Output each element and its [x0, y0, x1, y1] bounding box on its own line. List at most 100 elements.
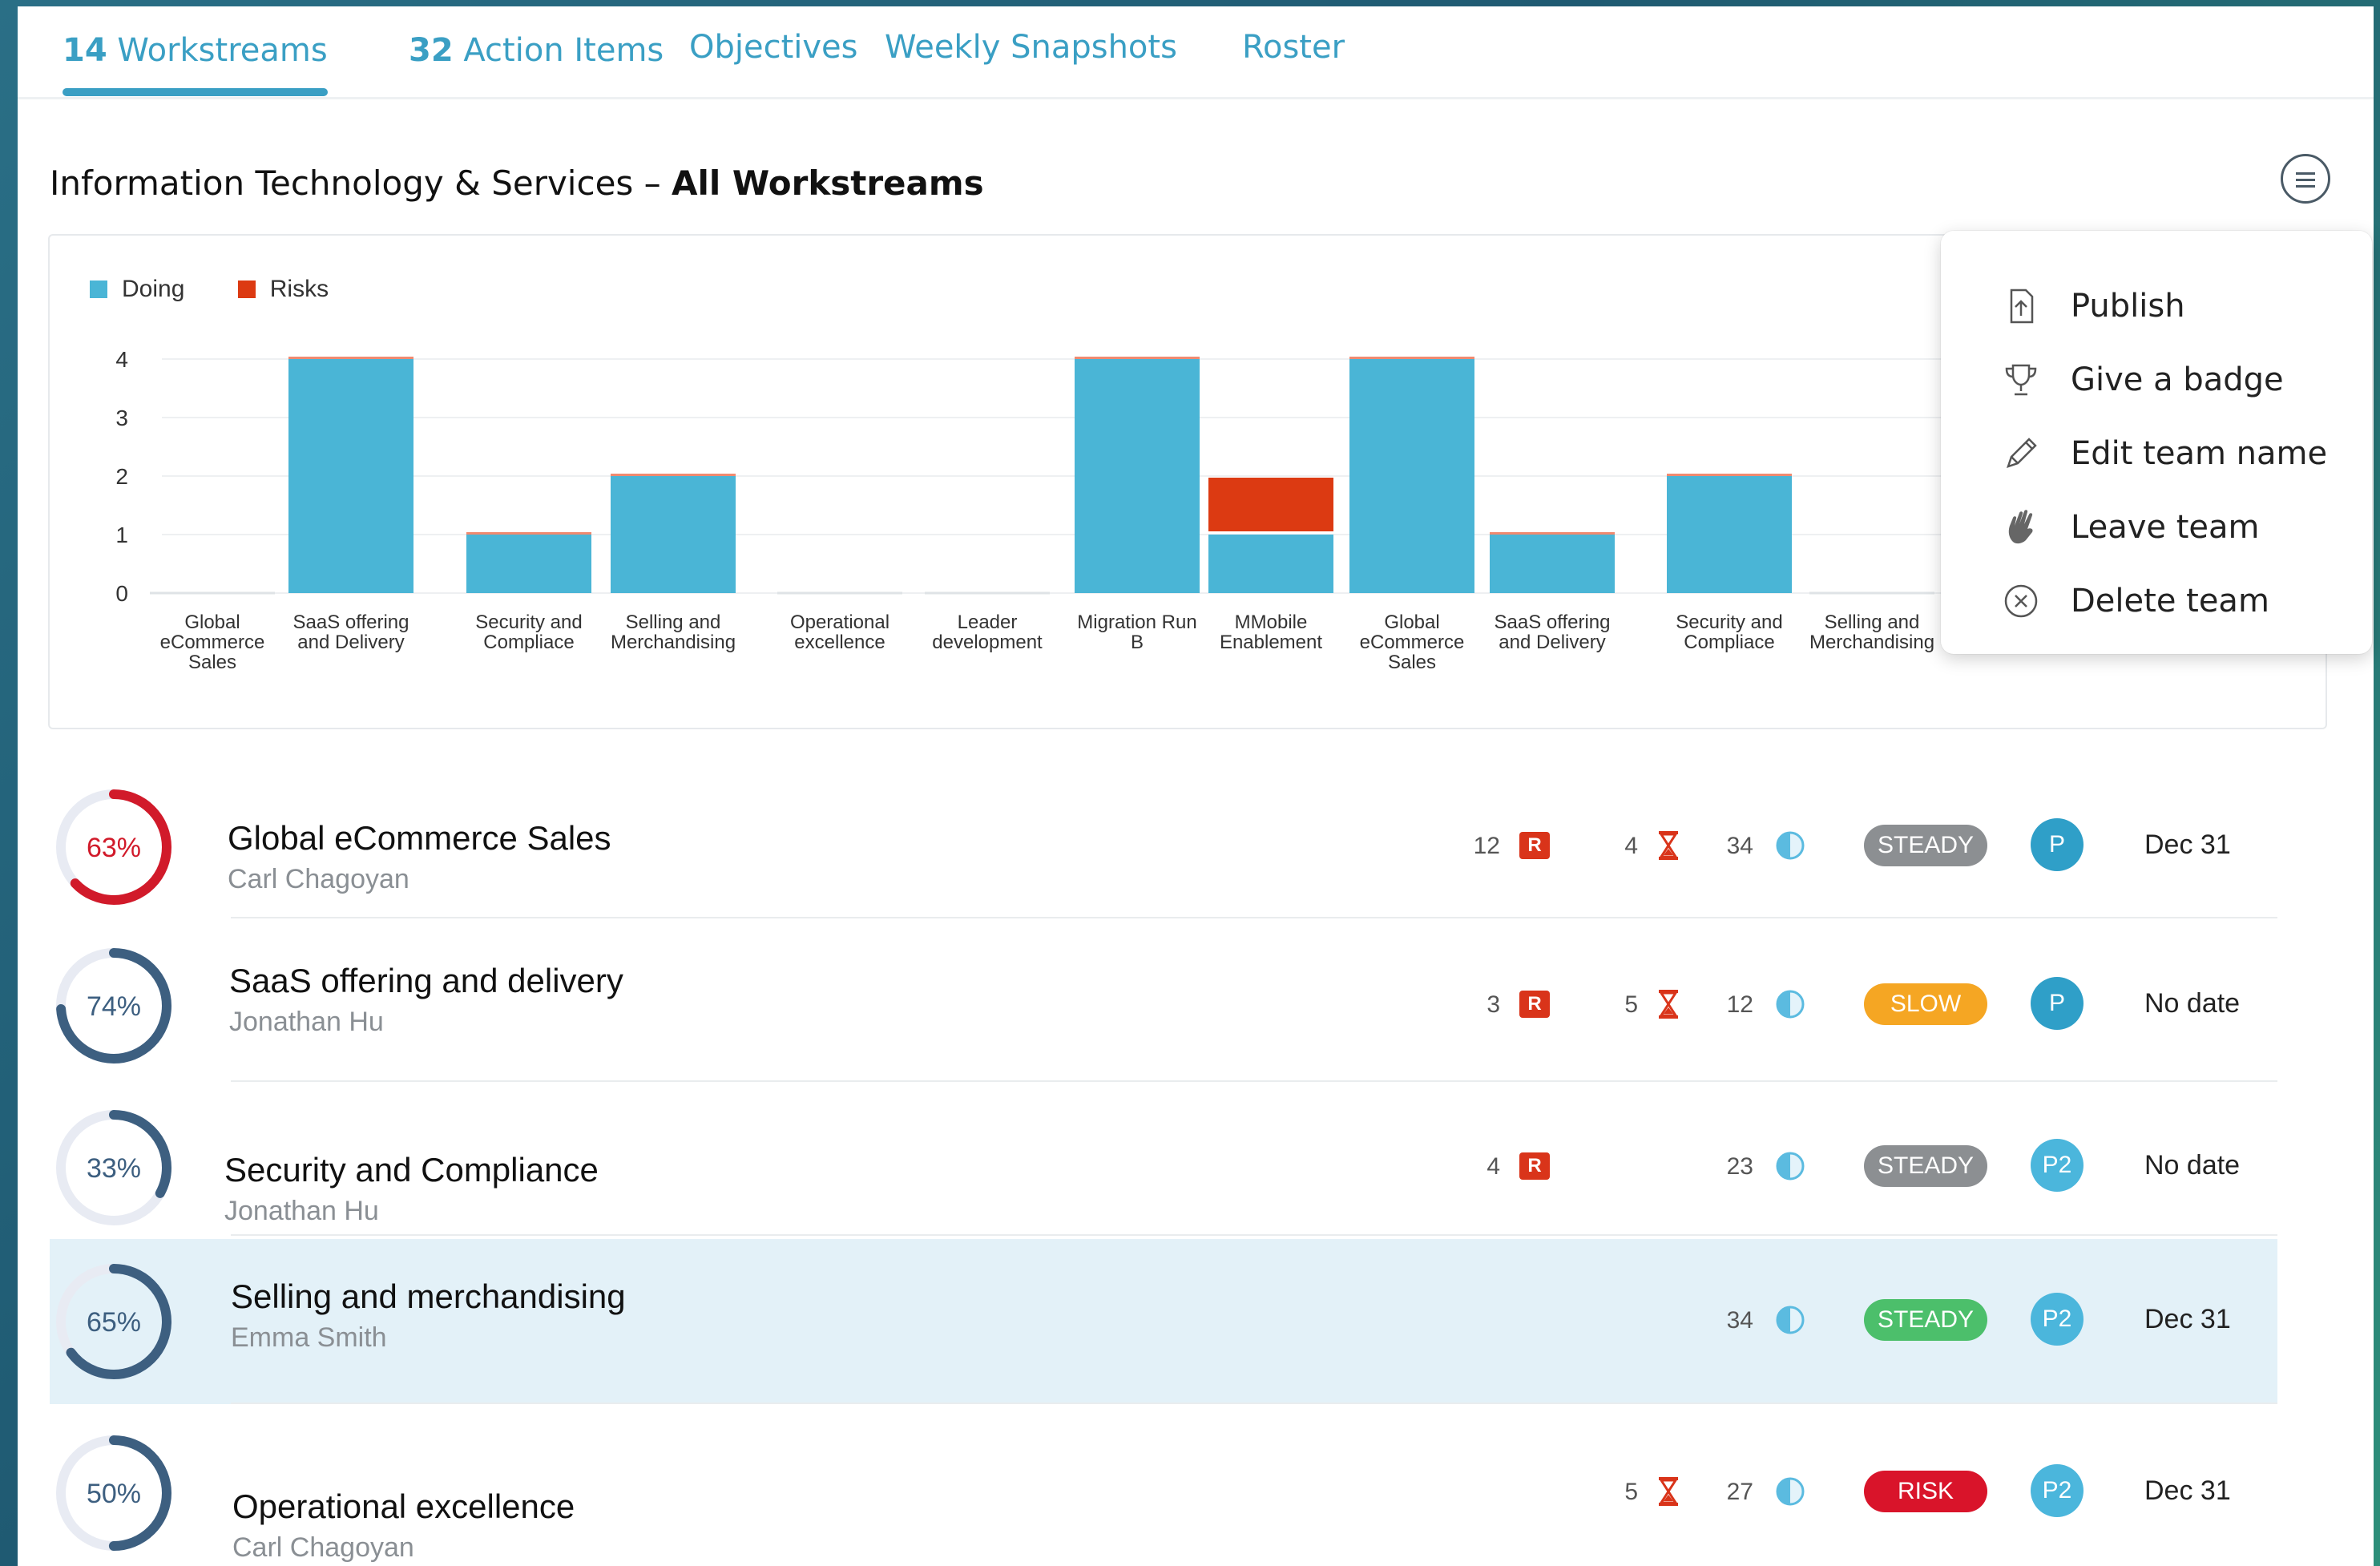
- menu-item-leave-team-label: Leave team: [2071, 509, 2260, 546]
- menu-item-leave-team[interactable]: Leave team: [1941, 490, 2372, 564]
- bar-cap: [611, 474, 736, 476]
- workstream-owner: Jonathan Hu: [229, 1007, 384, 1037]
- workstreams-panel: 14 Workstreams 32 Action Items Objective…: [18, 6, 2374, 1566]
- half-circle-icon: [1776, 990, 1805, 1019]
- workstream-owner: Emma Smith: [231, 1322, 387, 1353]
- wave-hand-icon: [2008, 510, 2033, 544]
- x-tick-label: Operational excellence: [790, 611, 889, 653]
- overdue-count: 4: [1624, 833, 1638, 859]
- overdue-count: 5: [1624, 991, 1638, 1018]
- progress-ring: 74%: [56, 948, 171, 1064]
- progress-percent: 65%: [87, 1307, 141, 1338]
- half-circle-icon: [1776, 1477, 1805, 1506]
- table-row[interactable]: 50% Operational excellence Carl Chagoyan 5 2…: [50, 1420, 2277, 1566]
- menu-item-edit-team-name-label: Edit team name: [2071, 435, 2328, 472]
- progress-ring: 50%: [56, 1435, 171, 1551]
- upload-icon: [2010, 289, 2034, 324]
- bar-cap: [1490, 532, 1615, 535]
- workstream-title[interactable]: SaaS offering and delivery: [229, 962, 623, 1000]
- bar-doing: [1208, 535, 1333, 593]
- due-date: No date: [2144, 1150, 2241, 1181]
- tab-objectives[interactable]: Objectives: [689, 29, 858, 66]
- progress-percent: 63%: [87, 833, 141, 863]
- bar-cap: [288, 357, 413, 359]
- y-tick-label: 2: [115, 464, 128, 489]
- progress-count: 34: [1726, 1307, 1753, 1334]
- menu-item-edit-team-name[interactable]: Edit team name: [1941, 417, 2372, 490]
- progress-percent: 74%: [87, 991, 141, 1022]
- tab-workstreams-label: Workstreams: [117, 32, 328, 69]
- tab-action-items-count: 32: [409, 32, 454, 69]
- workstream-title[interactable]: Global eCommerce Sales: [228, 819, 611, 858]
- bar-cap: [1349, 357, 1474, 359]
- risk-badge-icon: R: [1519, 1152, 1550, 1180]
- workstream-title[interactable]: Operational excellence: [232, 1487, 575, 1526]
- hourglass-icon: [1659, 990, 1678, 1019]
- table-row[interactable]: 74% SaaS offering and delivery Jonathan Hu…: [50, 930, 2277, 1082]
- tab-action-items-label: Action Items: [463, 32, 664, 69]
- hourglass-icon: [1659, 1477, 1678, 1506]
- x-tick-label: Selling and Merchandising: [611, 611, 736, 653]
- menu-item-give-badge[interactable]: Give a badge: [1941, 343, 2372, 417]
- due-date: No date: [2144, 988, 2241, 1019]
- bar-doing: [1075, 359, 1200, 593]
- progress-count: 34: [1726, 833, 1753, 859]
- bar-cap: [1667, 474, 1792, 476]
- x-tick-label: Security and Compliace: [1676, 611, 1782, 653]
- half-circle-icon: [1776, 831, 1805, 860]
- avatar[interactable]: P2: [2031, 1293, 2084, 1346]
- due-date: Dec 31: [2144, 829, 2231, 860]
- workstream-owner: Carl Chagoyan: [228, 864, 409, 894]
- progress-count: 27: [1726, 1479, 1753, 1505]
- tab-roster[interactable]: Roster: [1242, 29, 1345, 66]
- bar-doing: [611, 476, 736, 593]
- avatar[interactable]: P: [2031, 977, 2084, 1030]
- workstream-title[interactable]: Selling and merchandising: [231, 1277, 626, 1316]
- x-tick-label: Global eCommerce Sales: [1360, 611, 1465, 673]
- risk-badge-icon: R: [1519, 991, 1550, 1018]
- hourglass-icon: [1659, 831, 1678, 860]
- team-actions-menu: Publish Give a badge Edit team name Leav…: [1941, 231, 2372, 654]
- status-badge: STEADY: [1864, 825, 1987, 866]
- table-row[interactable]: 33% Security and Compliance Jonathan Hu 4 R 2…: [50, 1100, 2277, 1236]
- due-date: Dec 31: [2144, 1475, 2231, 1506]
- x-tick-label: Security and Compliace: [475, 611, 582, 653]
- menu-item-give-badge-label: Give a badge: [2071, 361, 2284, 398]
- menu-item-delete-team[interactable]: Delete team: [1941, 564, 2372, 638]
- avatar[interactable]: P2: [2031, 1464, 2084, 1517]
- workstream-title[interactable]: Security and Compliance: [224, 1151, 599, 1189]
- progress-percent: 50%: [87, 1479, 141, 1509]
- tab-action-items[interactable]: 32 Action Items: [409, 32, 664, 69]
- progress-ring: 33%: [56, 1110, 171, 1225]
- status-badge: SLOW: [1864, 983, 1987, 1025]
- overdue-count: 5: [1624, 1479, 1638, 1505]
- x-tick-label: SaaS offering and Delivery: [293, 611, 409, 653]
- status-badge: STEADY: [1864, 1145, 1987, 1187]
- table-row[interactable]: 63% Global eCommerce Sales Carl Chagoyan 12…: [50, 776, 2277, 918]
- page-title: Information Technology & Services – All …: [50, 163, 984, 203]
- progress-count: 12: [1726, 991, 1753, 1018]
- avatar[interactable]: P: [2031, 818, 2084, 871]
- x-tick-label: Leader development: [932, 611, 1043, 653]
- y-tick-label: 3: [115, 406, 128, 430]
- status-badge: RISK: [1864, 1471, 1987, 1512]
- avatar[interactable]: P2: [2031, 1139, 2084, 1192]
- tab-workstreams[interactable]: 14 Workstreams: [63, 32, 328, 96]
- risk-count: 4: [1486, 1153, 1500, 1180]
- x-tick-label: Global eCommerce Sales: [160, 611, 265, 673]
- close-circle-icon: [2004, 584, 2038, 618]
- bar-cap: [466, 532, 591, 535]
- menu-item-publish[interactable]: Publish: [1941, 269, 2372, 343]
- menu-icon[interactable]: [2281, 154, 2330, 204]
- y-tick-label: 1: [115, 523, 128, 547]
- risk-count: 3: [1486, 991, 1500, 1018]
- workstream-owner: Carl Chagoyan: [232, 1532, 414, 1563]
- risk-badge-icon: R: [1519, 832, 1550, 859]
- progress-ring: 63%: [56, 789, 171, 905]
- tab-weekly-snapshots[interactable]: Weekly Snapshots: [885, 29, 1177, 66]
- half-circle-icon: [1776, 1152, 1805, 1181]
- half-circle-icon: [1776, 1306, 1805, 1334]
- bar-cap: [1075, 357, 1200, 359]
- table-row[interactable]: 65% Selling and merchandising Emma Smith 34…: [50, 1239, 2277, 1404]
- y-tick-label: 0: [115, 581, 128, 606]
